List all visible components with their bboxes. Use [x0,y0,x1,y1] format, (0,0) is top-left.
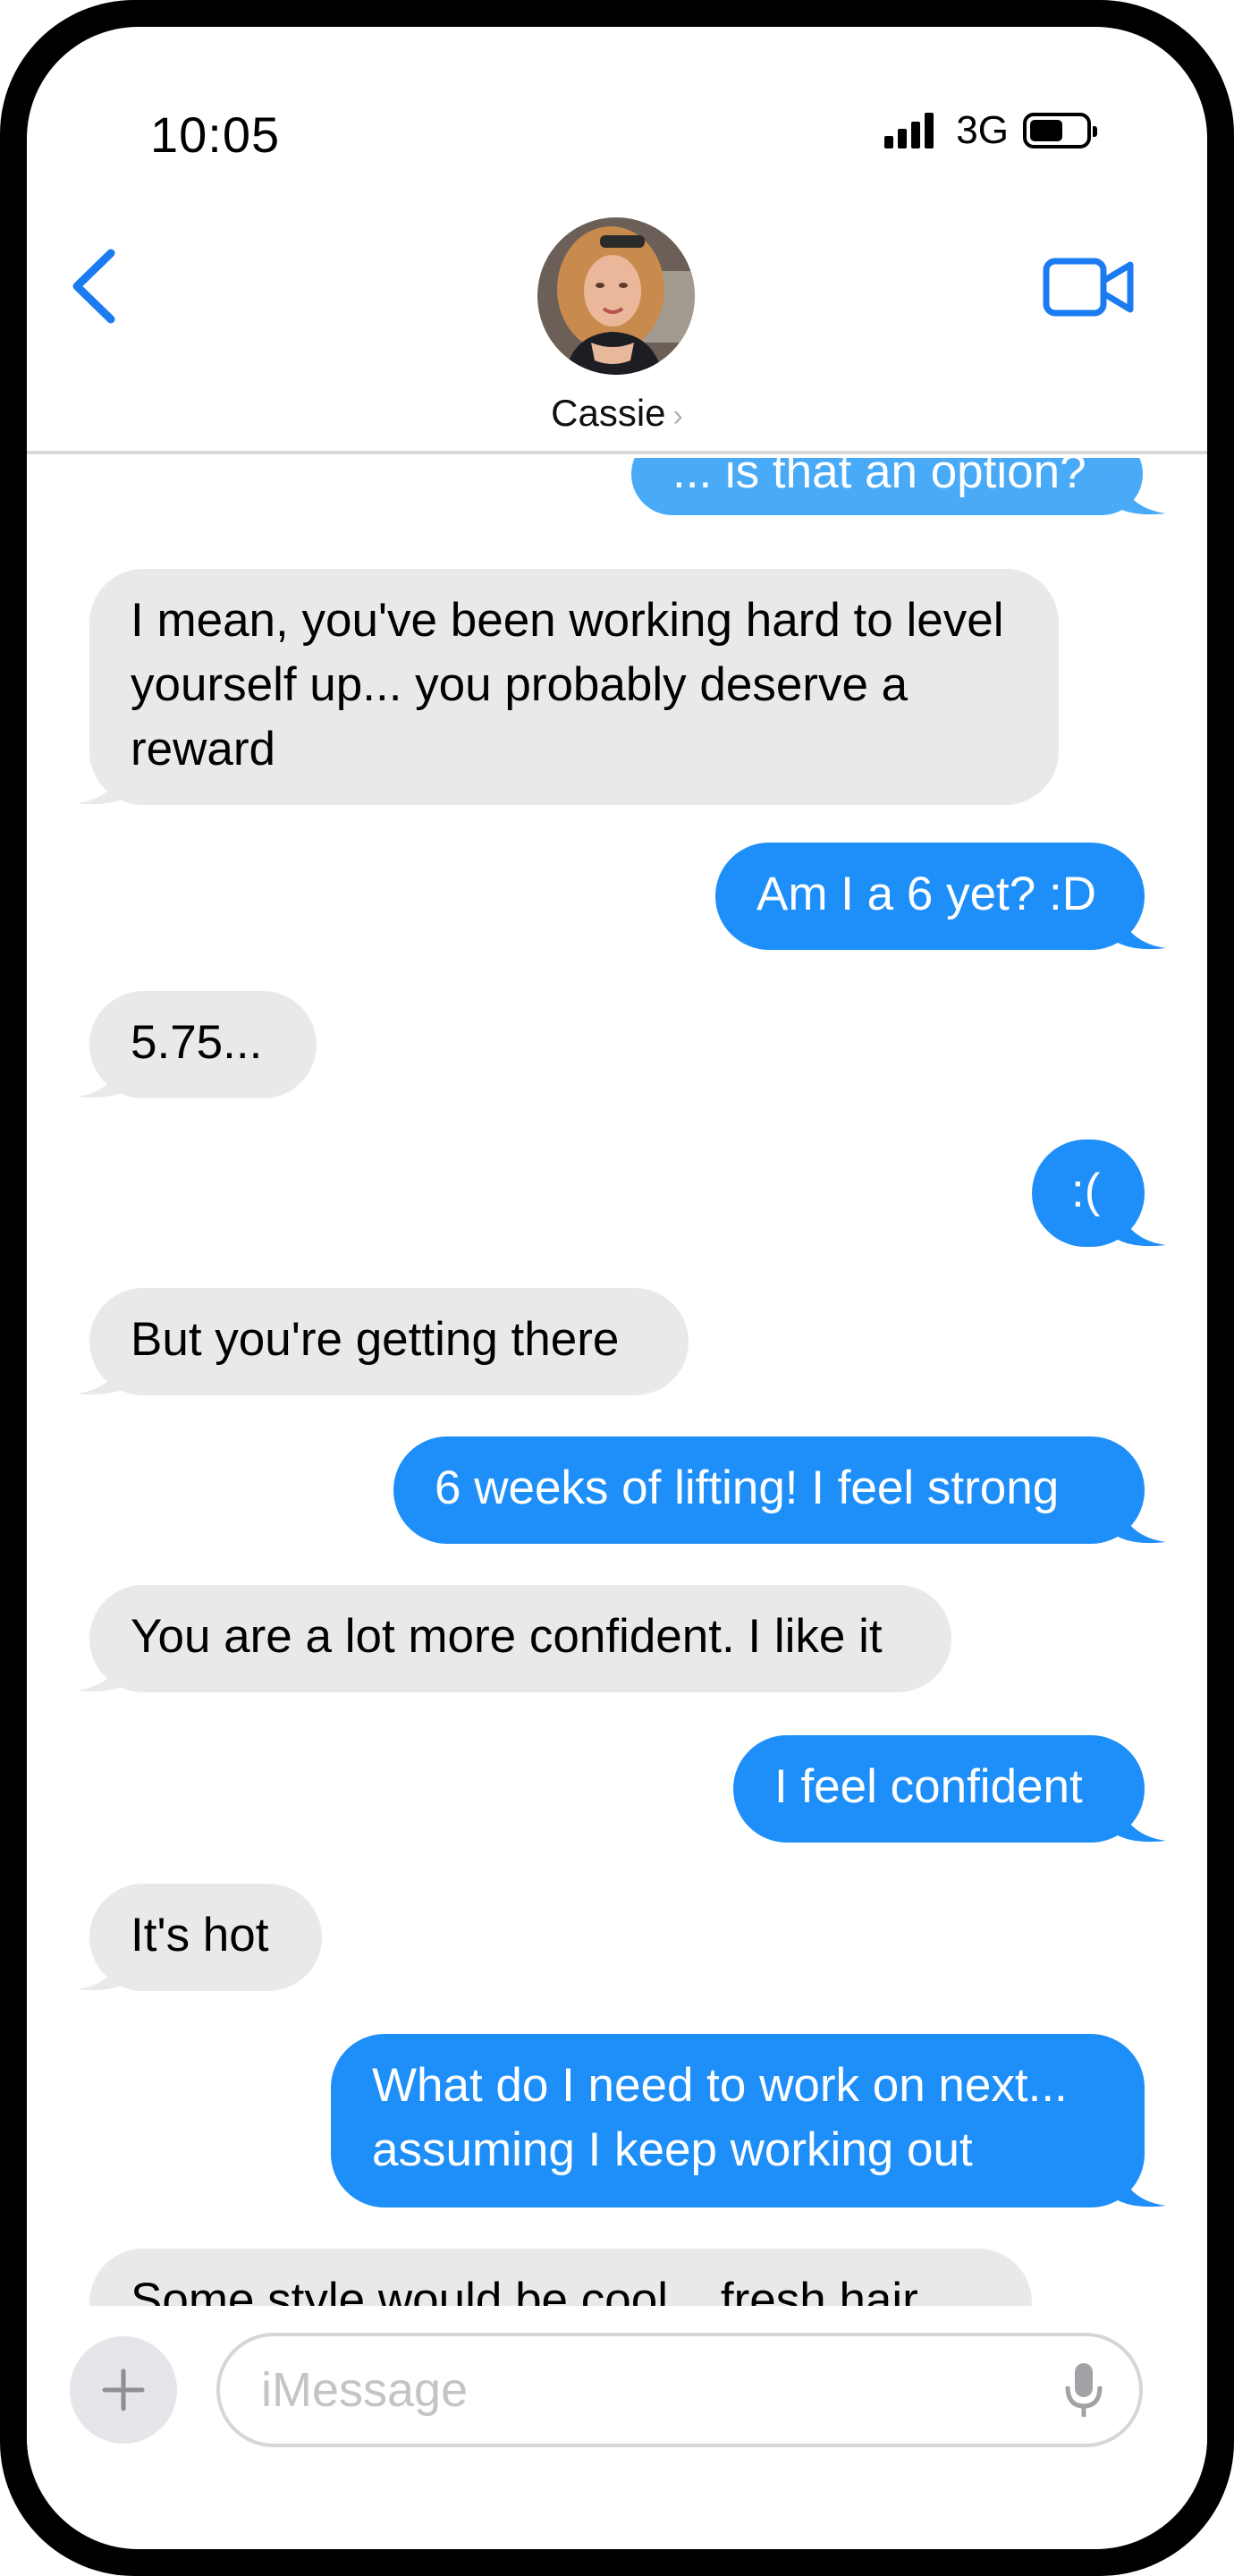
plus-button[interactable] [70,2336,177,2444]
conversation-header: Cassie › [27,170,1207,454]
message-input[interactable]: iMessage [216,2333,1143,2447]
bubble-tail [77,1055,125,1098]
message-bubble-outgoing[interactable]: 6 weeks of lifting! I feel strong [393,1436,1145,1544]
bubble-tail [77,762,125,805]
bubble-tail [1118,907,1166,950]
plus-icon [102,2368,145,2411]
message-bubble-incoming[interactable]: But you're getting there [89,1288,689,1395]
avatar-photo [537,217,695,375]
bubble-tail [1118,1204,1166,1247]
video-call-icon[interactable] [1043,256,1136,318]
signal-icon [884,113,938,148]
network-label: 3G [956,108,1009,152]
screen: 10:05 3G Cassie › ... is that an option?… [27,27,1207,2549]
message-bubble-outgoing[interactable]: Am I a 6 yet? :D [715,843,1145,950]
message-bubble-outgoing[interactable]: ... is that an option? [631,458,1143,515]
bubble-tail [77,1948,125,1991]
message-list: ... is that an option? I mean, you've be… [27,458,1207,2317]
bubble-tail [1118,472,1166,515]
compose-bar: iMessage [27,2306,1207,2458]
bubble-tail [1118,2165,1166,2207]
back-chevron-icon[interactable] [64,246,127,326]
message-bubble-incoming[interactable]: You are a lot more confident. I like it [89,1585,951,1692]
microphone-icon[interactable] [1064,2361,1103,2419]
avatar[interactable] [537,217,695,375]
contact-chevron-icon: › [672,399,683,433]
message-bubble-outgoing[interactable]: What do I need to work on next... assumi… [331,2034,1145,2207]
contact-name: Cassie [551,392,666,434]
status-indicators: 3G [884,108,1097,152]
bubble-tail [1118,1800,1166,1843]
message-bubble-outgoing[interactable]: I feel confident [733,1735,1145,1843]
message-placeholder: iMessage [261,2363,469,2417]
message-bubble-incoming[interactable]: I mean, you've been working hard to leve… [89,569,1059,805]
status-time: 10:05 [150,106,281,163]
bubble-tail [1118,1501,1166,1544]
bubble-tail [77,1352,125,1395]
bubble-tail [77,1649,125,1692]
phone-frame: 10:05 3G Cassie › ... is that an option?… [0,0,1234,2576]
contact-name-row[interactable]: Cassie › [27,392,1207,435]
battery-icon [1023,113,1097,148]
